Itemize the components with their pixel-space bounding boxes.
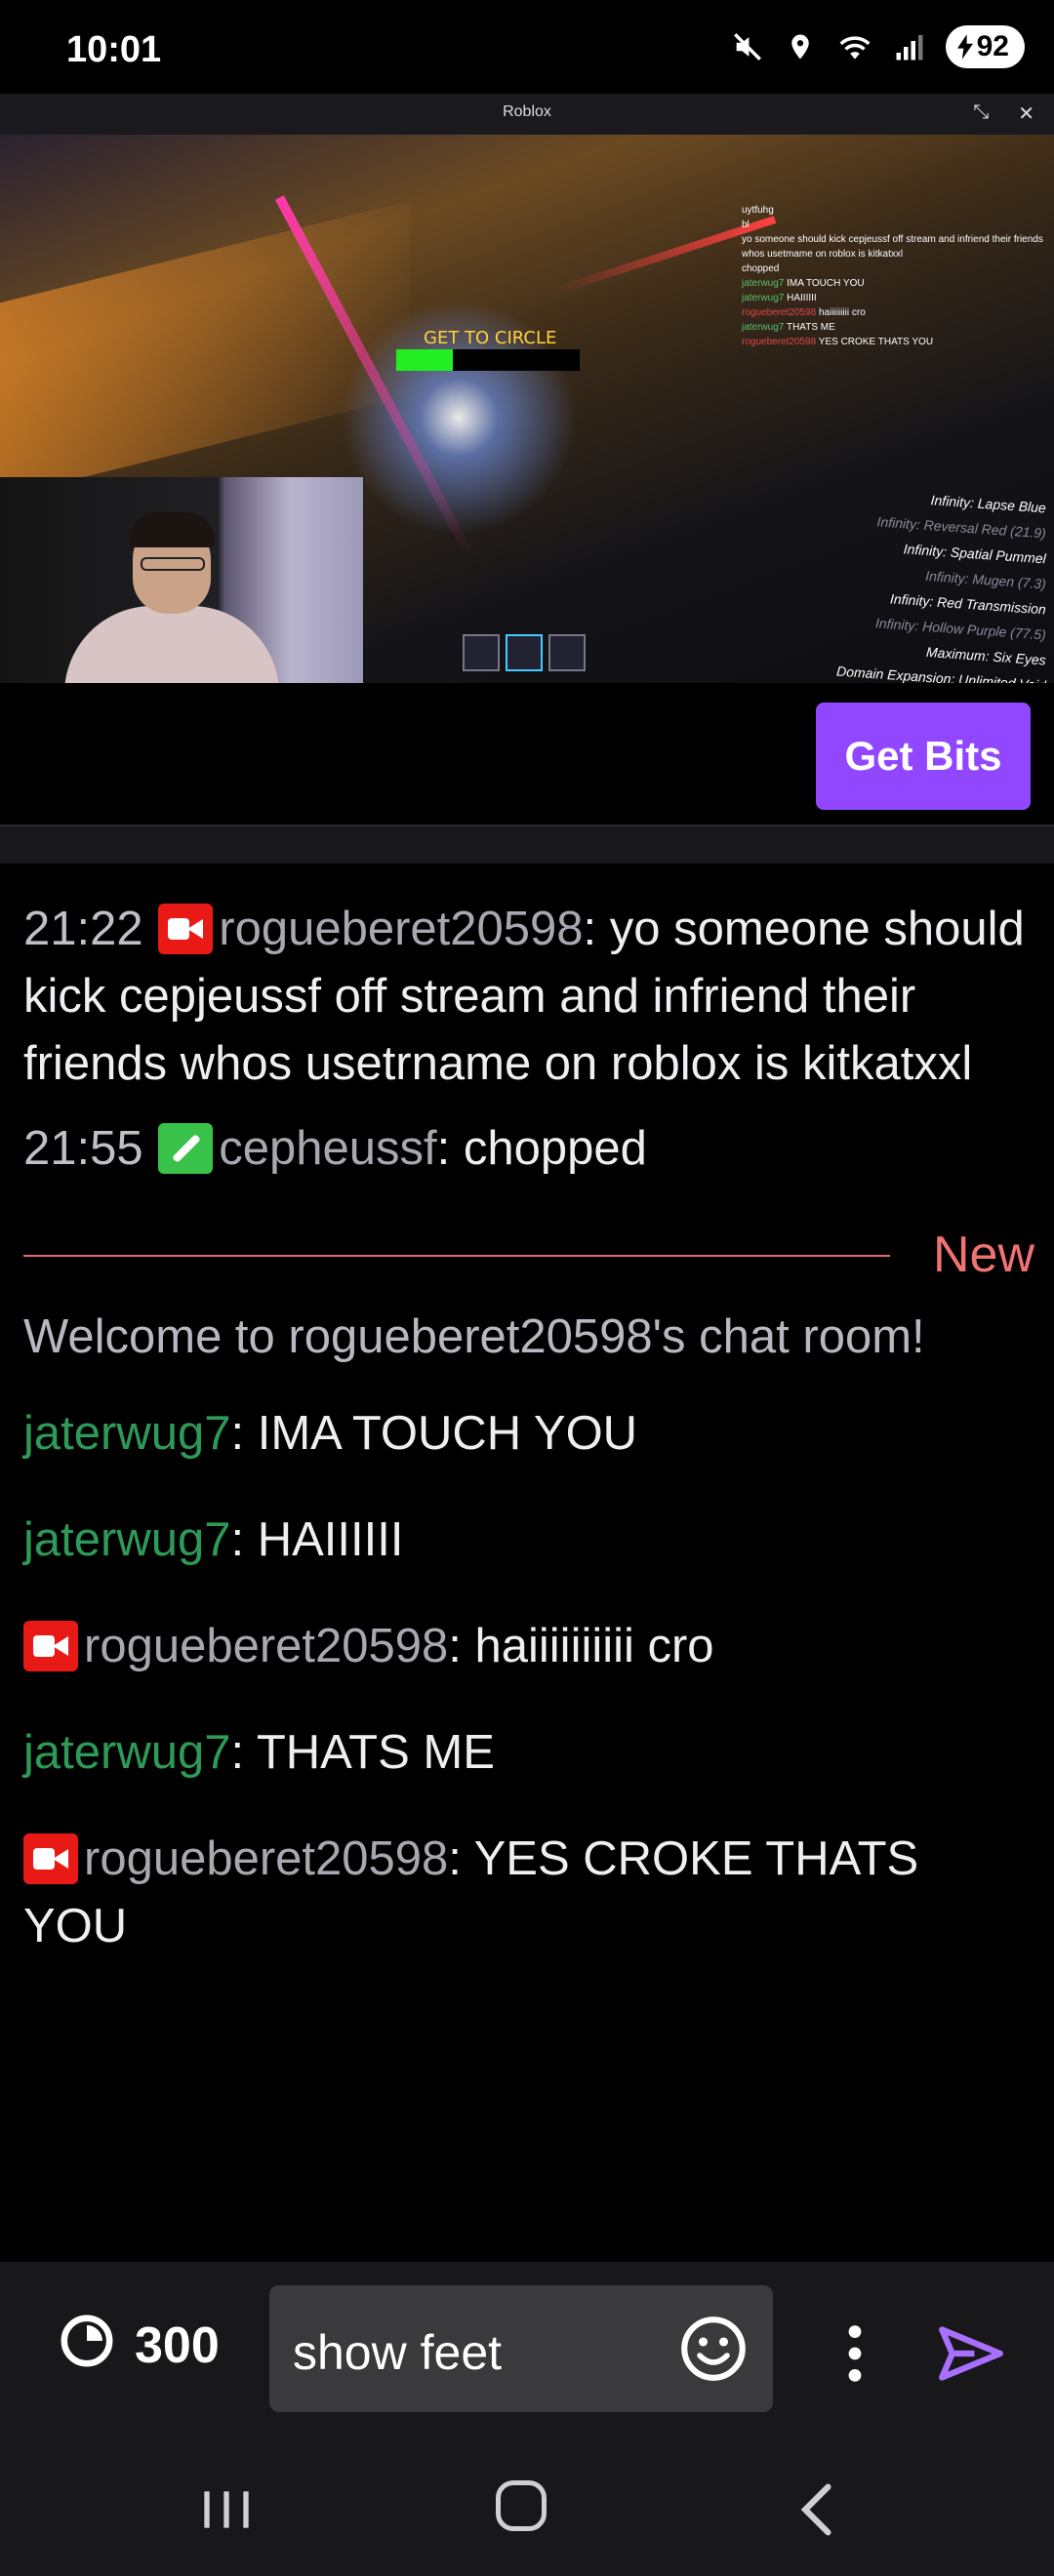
message-username[interactable]: jaterwug7 xyxy=(23,1513,230,1566)
ingame-chat-line: jaterwug7 HAIIIIII xyxy=(742,291,1044,305)
system-nav-bar xyxy=(0,2443,1054,2576)
ingame-chat-text: bl xyxy=(742,220,750,230)
ingame-chat-user: jaterwug7 xyxy=(742,293,785,303)
chat-message[interactable]: jaterwug7: IMA TOUCH YOU xyxy=(23,1400,1034,1468)
location-icon xyxy=(790,34,809,60)
webcam-feed xyxy=(0,477,363,683)
ability-list: Infinity: Lapse Blue Infinity: Reversal R… xyxy=(836,488,1047,683)
hud-bar-fill xyxy=(396,349,453,371)
streamer-glasses xyxy=(141,557,205,571)
back-icon[interactable] xyxy=(796,2482,835,2537)
ingame-chat-line: chopped xyxy=(742,262,1044,276)
close-icon: ✕ xyxy=(1018,103,1034,125)
battery-indicator: 92 xyxy=(945,25,1025,68)
ingame-chat-text: uytfuhg xyxy=(742,205,774,216)
ingame-chat-line: jaterwug7 IMA TOUCH YOU xyxy=(742,276,1044,291)
chat-divider xyxy=(0,825,1054,864)
channel-points-value[interactable]: 300 xyxy=(135,2316,220,2375)
ingame-chat-user: jaterwug7 xyxy=(742,322,785,333)
new-divider-line xyxy=(23,1255,890,1257)
ingame-chat-text: YES CROKE THATS YOU xyxy=(818,337,934,347)
battery-level: 92 xyxy=(976,30,1009,62)
message-text: THATS ME xyxy=(256,1726,495,1779)
ingame-chat-line: rogueberet20598 YES CROKE THATS YOU xyxy=(742,335,1044,349)
message-username[interactable]: rogueberet20598 xyxy=(84,1620,448,1672)
charging-icon xyxy=(956,34,973,60)
chat-message[interactable]: jaterwug7: HAIIIIII xyxy=(23,1507,1034,1574)
ingame-chat-text: IMA TOUCH YOU xyxy=(787,278,865,289)
channel-points-icon[interactable] xyxy=(59,2313,115,2369)
streamer-body xyxy=(64,606,279,683)
status-bar: 10:01 92 xyxy=(0,0,1054,94)
ingame-chat-line: rogueberet20598 haiiiiiiiii cro xyxy=(742,305,1044,320)
chat-input-field[interactable]: show feet xyxy=(269,2285,773,2412)
new-messages-label: New xyxy=(932,1227,1034,1283)
message-timestamp: 21:55 xyxy=(23,1122,143,1175)
new-messages-divider: New xyxy=(23,1222,1034,1290)
get-bits-button[interactable]: Get Bits xyxy=(816,703,1031,810)
chat-message[interactable]: rogueberet20598: YES CROKE THATS YOU xyxy=(23,1826,1034,1960)
ability-hotbar xyxy=(463,634,586,671)
status-icons: 92 xyxy=(731,25,1025,68)
message-text: chopped xyxy=(463,1122,647,1175)
ingame-chat: uytfuhg bl yo someone should kick cepjeuss… xyxy=(742,203,1044,349)
ingame-chat-text: haiiiiiiiii cro xyxy=(818,307,866,318)
home-icon[interactable] xyxy=(496,2480,547,2531)
wifi-icon xyxy=(839,36,871,60)
message-text: HAIIIIII xyxy=(257,1513,404,1566)
recents-icon[interactable] xyxy=(199,2486,254,2533)
stream-window-titlebar: Roblox ⤡ ✕ xyxy=(0,94,1054,135)
ingame-chat-user: rogueberet20598 xyxy=(742,307,817,318)
broadcaster-badge-icon[interactable] xyxy=(158,904,214,954)
streamer-hair xyxy=(129,512,215,547)
broadcaster-badge-icon[interactable] xyxy=(23,1621,78,1671)
ingame-chat-line: bl xyxy=(742,218,1044,232)
ingame-chat-text: yo someone should kick cepjeussf off str… xyxy=(742,234,1043,260)
emoji-icon[interactable] xyxy=(679,2314,748,2383)
stream-window-title: Roblox xyxy=(503,103,551,120)
message-text: haiiiiiiiiii cro xyxy=(474,1620,714,1672)
broadcaster-badge-icon[interactable] xyxy=(23,1833,78,1884)
effect-sweep xyxy=(0,200,410,499)
chat-input-bar: 300 show feet xyxy=(0,2262,1054,2443)
message-text: IMA TOUCH YOU xyxy=(257,1407,638,1460)
ingame-chat-text: THATS ME xyxy=(786,322,835,333)
message-username[interactable]: rogueberet20598 xyxy=(84,1832,448,1885)
status-time: 10:01 xyxy=(66,29,162,70)
chat-message[interactable]: 21:22 rogueberet20598: yo someone should… xyxy=(23,896,1034,1098)
ability-slot-icon xyxy=(463,634,500,671)
signal-icon xyxy=(896,35,923,60)
ingame-chat-user: rogueberet20598 xyxy=(742,337,817,347)
send-icon[interactable] xyxy=(937,2324,1005,2383)
chat-message[interactable]: 21:55 cepheussf: chopped xyxy=(23,1115,1034,1183)
ability-slot-icon xyxy=(548,634,586,671)
ingame-chat-line: uytfuhg xyxy=(742,203,1044,218)
ingame-chat-line: jaterwug7 THATS ME xyxy=(742,320,1044,335)
message-username[interactable]: rogueberet20598 xyxy=(219,903,583,955)
more-icon[interactable] xyxy=(837,2322,872,2385)
chat-input-value[interactable]: show feet xyxy=(293,2324,502,2381)
ingame-chat-text: chopped xyxy=(742,263,780,274)
ingame-chat-line: yo someone should kick cepjeussf off str… xyxy=(742,232,1044,262)
ability-slot-icon xyxy=(506,634,543,671)
mute-icon xyxy=(733,33,761,60)
message-timestamp: 21:22 xyxy=(23,903,143,955)
ingame-chat-text: HAIIIIII xyxy=(787,293,817,303)
message-username[interactable]: jaterwug7 xyxy=(23,1726,230,1779)
chat-list[interactable]: 21:22 rogueberet20598: yo someone should… xyxy=(23,896,1034,1978)
resize-icon: ⤡ xyxy=(973,101,990,123)
ingame-chat-user: jaterwug7 xyxy=(742,278,785,289)
video-player[interactable]: Roblox ⤡ ✕ GET TO CIRCLE uytfuhg bl yo som… xyxy=(0,94,1054,683)
game-prompt: GET TO CIRCLE xyxy=(424,328,557,348)
welcome-message: Welcome to rogueberet20598's chat room! xyxy=(23,1310,925,1363)
chat-message[interactable]: rogueberet20598: haiiiiiiiiii cro xyxy=(23,1613,1034,1680)
moderator-badge-icon[interactable] xyxy=(158,1123,214,1174)
chat-message[interactable]: jaterwug7: THATS ME xyxy=(23,1719,1034,1787)
message-username[interactable]: cepheussf xyxy=(219,1122,436,1175)
message-username[interactable]: jaterwug7 xyxy=(23,1407,230,1460)
